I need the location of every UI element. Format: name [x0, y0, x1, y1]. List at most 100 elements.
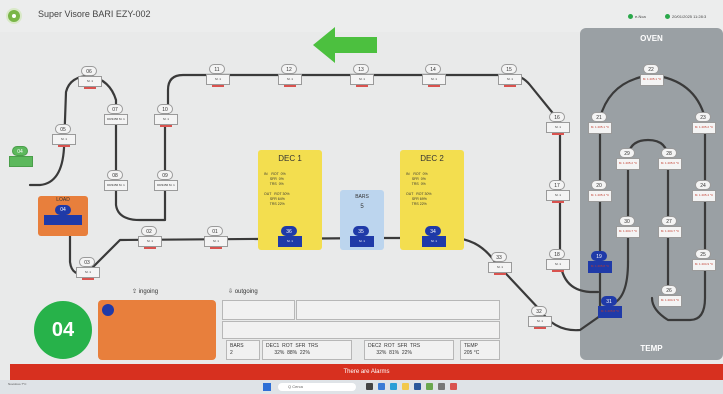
outgoing-header: ⇩ outgoing — [228, 288, 258, 295]
station-number: 27 — [661, 216, 677, 226]
station-number: 10 — [157, 104, 173, 114]
station-label: M. 1 — [498, 74, 522, 85]
station-number: 36 — [281, 226, 297, 236]
station-label: M. 1 — [138, 236, 162, 247]
station-label: M. 1 — [278, 236, 302, 247]
station-number: 01 — [207, 226, 223, 236]
taskbar-search[interactable]: Q Cerca — [278, 383, 356, 391]
station-label: M. 1 205.8 °C — [598, 306, 622, 318]
station-number: 34 — [425, 226, 441, 236]
summary-dec1: DEC1 ROT SFR TRS 32% 88% 22% — [262, 340, 352, 360]
station-label: M. 1 205.8 °C — [588, 261, 612, 273]
download-icon: ⇩ — [228, 289, 235, 295]
station-label: M. 1 205.2 °C — [692, 122, 716, 134]
station-label: M. 1 — [422, 236, 446, 247]
station-status-bar — [82, 278, 94, 280]
app-icon-4[interactable] — [450, 383, 457, 390]
station-status-bar — [356, 85, 368, 87]
weather-widget[interactable]: Nuvoloso 7°C — [8, 382, 26, 386]
station-number: 31 — [601, 296, 617, 306]
station-number: 05 — [55, 124, 71, 134]
station-number: 21 — [591, 112, 607, 122]
station-number: 26 — [661, 285, 677, 295]
station-label: M. 1 205.1 °C — [588, 122, 612, 134]
station-number: 29 — [619, 148, 635, 158]
station-label: DR3456 M. 1 — [154, 180, 178, 191]
station-number: 19 — [591, 251, 607, 261]
station-status-bar — [534, 327, 546, 329]
station-status-bar — [160, 125, 172, 127]
station-status-bar — [210, 247, 222, 249]
app-icon[interactable] — [414, 383, 421, 390]
ingoing-panel[interactable] — [98, 300, 216, 360]
station-label: M. 1 — [78, 76, 102, 87]
station-number: 25 — [695, 249, 711, 259]
load-number: 04 — [55, 205, 71, 215]
load-title: LOAD — [56, 197, 70, 203]
station-status-bar — [84, 87, 96, 89]
current-station-badge: 04 — [34, 301, 92, 359]
station-label: M. 1 — [546, 259, 570, 270]
station-label: M. 1 — [422, 74, 446, 85]
summary-bars: BARS 2 — [226, 340, 260, 360]
station-label — [9, 156, 33, 167]
store-icon[interactable] — [390, 383, 397, 390]
station-label: M. 1 205.0 °C — [658, 158, 682, 170]
dec2-info: IN ROT 0% SFR 0% TRS 0% OUT ROT 30% SFR … — [406, 172, 432, 206]
station-label: M. 1 — [206, 74, 230, 85]
station-label: M. 1 — [154, 114, 178, 125]
station-label: M. 1 — [350, 236, 374, 247]
edge-icon[interactable] — [378, 383, 385, 390]
station-label: M. 1 — [350, 74, 374, 85]
station-number: 24 — [695, 180, 711, 190]
task-view-icon[interactable] — [366, 383, 373, 390]
supervisor-app: Super Visore BARI EZY-002 e-Nca 20/01/20… — [0, 0, 723, 394]
station-number: 15 — [501, 64, 517, 74]
station-number: 17 — [549, 180, 565, 190]
station-number: 12 — [281, 64, 297, 74]
station-status-bar — [552, 270, 564, 272]
ingoing-label: ingoing — [138, 289, 159, 295]
bars-title: BARS — [355, 194, 369, 200]
station-label: DR3456 M. 1 — [104, 180, 128, 191]
station-label: M. 1 — [546, 190, 570, 201]
station-status-bar — [428, 85, 440, 87]
upload-icon: ⇪ — [132, 289, 139, 295]
alarm-banner[interactable]: There are Alarms — [10, 364, 723, 380]
ingoing-header: ⇪ ingoing — [132, 288, 158, 295]
station-label: M. 1 — [528, 316, 552, 327]
explorer-icon[interactable] — [402, 383, 409, 390]
station-status-bar — [212, 85, 224, 87]
outgoing-label: outgoing — [234, 289, 258, 295]
station-number: 04 — [12, 146, 28, 156]
windows-start-icon[interactable] — [263, 383, 271, 391]
station-label: M. 1 204.9 °C — [692, 259, 716, 271]
station-status-bar — [58, 145, 70, 147]
station-status-bar — [284, 85, 296, 87]
station-number: 32 — [531, 306, 547, 316]
station-status-bar — [144, 247, 156, 249]
app-icon-2[interactable] — [426, 383, 433, 390]
station-label: M. 1 204.7 °C — [616, 226, 640, 238]
station-number: 11 — [209, 64, 225, 74]
outgoing-slot-1[interactable] — [222, 300, 295, 320]
station-number: 30 — [619, 216, 635, 226]
station-number: 08 — [107, 170, 123, 180]
station-number: 28 — [661, 148, 677, 158]
station-label: M. 1 205.2 °C — [616, 158, 640, 170]
app-icon-3[interactable] — [438, 383, 445, 390]
station-status-bar — [504, 85, 516, 87]
dec1-info: IN ROT 0% SFR 0% TRS 0% OUT ROT 30% SFR … — [264, 172, 290, 206]
load-carrier — [44, 215, 82, 225]
station-status-bar — [552, 133, 564, 135]
load-station[interactable]: LOAD 04 — [38, 196, 88, 236]
ingoing-indicator-icon — [102, 304, 114, 316]
station-number: 33 — [491, 252, 507, 262]
station-number: 22 — [643, 64, 659, 74]
station-number: 02 — [141, 226, 157, 236]
station-number: 16 — [549, 112, 565, 122]
station-number: 14 — [425, 64, 441, 74]
outgoing-slot-3[interactable] — [222, 321, 500, 339]
station-label: M. 1 204.3 °C — [658, 295, 682, 307]
outgoing-slot-2[interactable] — [296, 300, 500, 320]
